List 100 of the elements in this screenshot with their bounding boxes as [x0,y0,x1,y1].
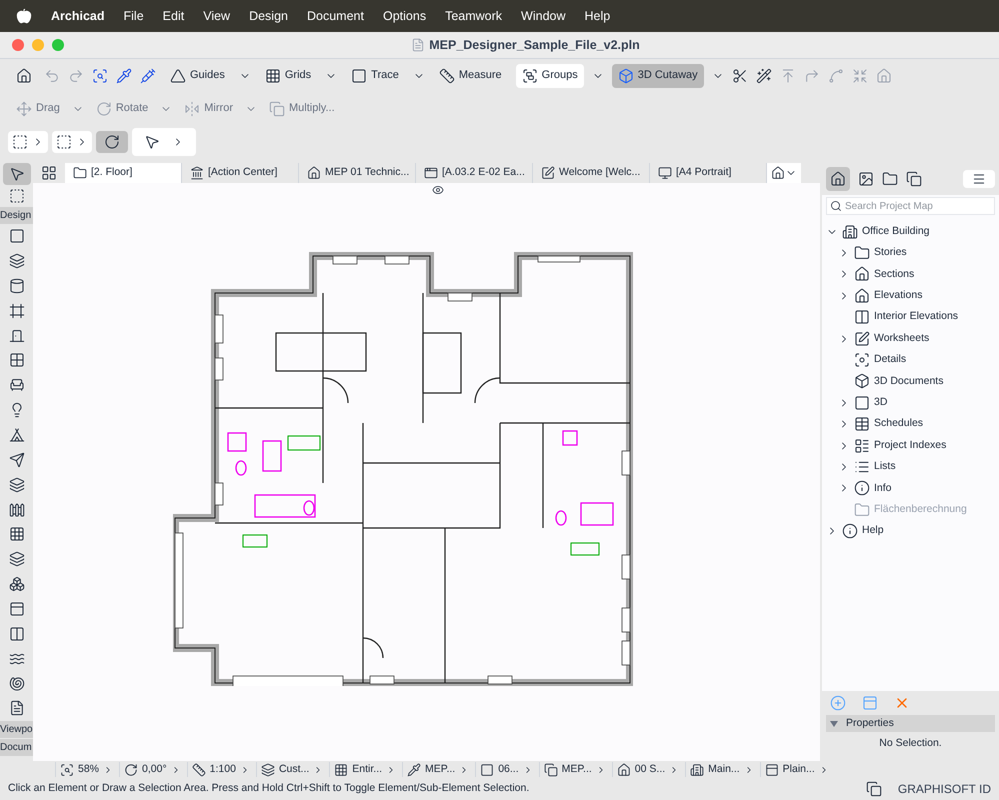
edit-tool-button[interactable]: Rotate [96,100,148,117]
tree-item[interactable]: Elevations [822,285,999,307]
nav-bar-item[interactable]: MEP... [402,762,470,778]
app-menu[interactable]: Archicad [51,6,104,26]
nav-bar-item[interactable]: 00 S... [612,762,680,778]
nav-bar-item[interactable]: Entir... [329,762,396,778]
tree-item[interactable]: Lists [822,456,999,478]
list-icon [854,438,870,454]
square-icon [854,394,870,411]
search-icon [830,200,842,212]
folder-icon [73,166,87,180]
syringe-icon [140,68,156,84]
tree-item[interactable]: Details [822,349,999,371]
view-menu-button[interactable] [767,163,801,183]
tree-item[interactable]: Info [822,478,999,500]
building-icon [842,224,858,240]
toolbox-section[interactable]: Docum [0,739,33,756]
selection-tool-button[interactable] [8,130,48,152]
tree-item[interactable]: 3D [822,392,999,414]
marquee-tool-button[interactable] [52,130,92,152]
shrink-icon [852,68,868,84]
menu-item[interactable]: Design [249,6,288,26]
arrow-tool[interactable] [2,163,30,185]
nav-bar-item[interactable]: MEP... [538,762,606,778]
rotate-icon [104,134,120,150]
properties-header[interactable]: Properties [826,715,995,732]
cube-icon [854,373,870,390]
toolbar-button[interactable]: Groups [516,64,584,88]
tree-item[interactable]: Schedules [822,414,999,435]
building-icon [690,762,704,776]
edit-tool-button[interactable]: Multiply... [268,100,335,117]
menu-item[interactable]: Document [307,6,364,26]
toolbox-section[interactable]: Design [0,206,33,224]
edit-tool-button[interactable]: Drag [16,100,60,117]
panel-icon [8,626,24,642]
window-title: MEP_Designer_Sample_File_v2.pln [429,36,640,54]
door-icon [8,328,24,344]
nav-bar-item[interactable]: Main... [685,762,754,778]
undo-icon [44,68,60,84]
zoom-icon [60,762,74,776]
arrow-tool-button[interactable] [132,128,196,156]
properties-message: No Selection. [878,736,943,752]
tree-item[interactable]: Office Building [822,221,999,242]
curve-icon [828,68,844,84]
house-icon [307,166,321,180]
house-icon [771,166,785,180]
tree-item[interactable]: Stories [822,242,999,264]
tab[interactable]: [2. Floor] [65,163,182,183]
rotate-icon [124,762,138,776]
windows-icon [866,781,882,797]
dashed-square-icon [8,188,24,204]
railing-icon [8,502,24,518]
group-icon [522,68,538,84]
menu-item[interactable]: Help [584,6,610,26]
panel-menu-button[interactable] [963,170,995,188]
tree-item[interactable]: Sections [822,264,999,286]
house-icon [854,288,870,304]
account-label[interactable]: GRAPHISOFT ID [898,780,991,798]
nav-bar-item[interactable]: 0,00° [119,762,181,778]
eye-icon [432,184,444,196]
nav-bar-item[interactable]: 06... [475,762,533,778]
toolbar-button[interactable]: Guides [164,64,231,88]
menu-item[interactable]: Window [521,6,566,26]
status-hint: Click an Element or Draw a Selection Area. Press and Hold Ctrl+Shift to Toggle Element/Sub-Element Selection. [8,781,530,796]
menu-item[interactable]: File [124,6,144,26]
toolbar-button[interactable]: 3D Cutaway [612,64,704,88]
project-map-tab[interactable] [826,167,850,191]
tree-item[interactable]: Worksheets [822,328,999,350]
menu-item[interactable]: Teamwork [445,6,502,26]
triangle-icon [830,720,838,727]
tree-item[interactable]: Help [822,520,999,542]
nav-bar-item[interactable]: Cust... [256,762,324,778]
panel-icon [854,309,870,326]
rotate-view-button[interactable] [96,130,128,152]
close-button[interactable] [12,39,24,51]
house-icon [16,68,32,84]
pointer-icon [144,134,160,150]
menu-item[interactable]: View [203,6,230,26]
toolbar-button[interactable]: Measure [432,64,508,88]
edit-tool-button[interactable]: Mirror [184,100,233,117]
toolbox-section[interactable]: Viewpo [0,721,33,738]
menu-item[interactable]: Edit [162,6,184,26]
grid-icon [41,165,57,181]
square-icon [480,762,494,776]
table-icon [854,416,870,432]
layers-icon [260,762,275,776]
nav-bar-item[interactable]: 1:100 [186,762,250,778]
tree-item[interactable]: Project Indexes [822,434,999,456]
menu-item[interactable]: Options [382,6,426,26]
add-icon [830,695,846,712]
toolbar-button[interactable]: Trace [345,64,405,88]
tree-item[interactable]: Interior Elevations [822,306,999,328]
dashed-square-icon [56,134,72,150]
toolbar-button[interactable]: Grids [258,64,318,88]
tree-item[interactable]: 3D Documents [822,370,999,392]
search-field[interactable]: Search Project Map [826,197,995,215]
ruler-icon [438,68,455,84]
nav-bar-item[interactable]: 58% [55,762,114,778]
square-icon [351,68,368,84]
folder-icon [854,245,870,262]
